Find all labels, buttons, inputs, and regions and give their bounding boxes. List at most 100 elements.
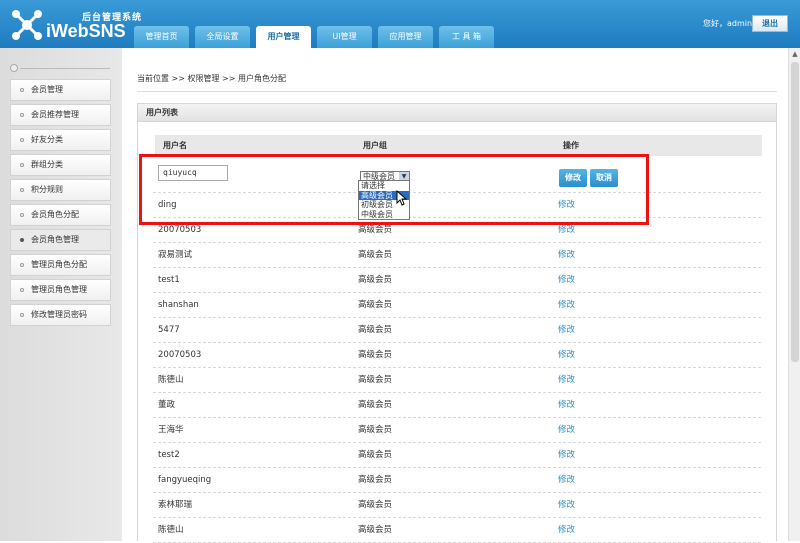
- table-row: 20070503 高级会员 修改: [153, 343, 761, 368]
- bullet-icon: [20, 113, 24, 117]
- cell-username: 索林耶瑞: [158, 500, 193, 510]
- edit-link[interactable]: 修改: [558, 468, 575, 493]
- table-row: 董政 高级会员 修改: [153, 393, 761, 418]
- tab-home[interactable]: 管理首页: [134, 26, 189, 48]
- sidebar-item-change-admin-password[interactable]: 修改管理员密码: [10, 304, 111, 326]
- sidebar-item-admin-role-manage[interactable]: 管理员角色管理: [10, 279, 111, 301]
- table-row: 陈德山 高级会员 修改: [153, 518, 761, 543]
- column-header-action: 操作: [563, 141, 579, 150]
- sidebar-item-label: 群组分类: [31, 160, 63, 169]
- logo-text: iWebSNS: [46, 21, 126, 41]
- edit-link[interactable]: 修改: [558, 343, 575, 368]
- cell-user-group: 高级会员: [358, 350, 393, 360]
- edit-link[interactable]: 修改: [558, 293, 575, 318]
- table-row: test1 高级会员 修改: [153, 268, 761, 293]
- sidebar-item-label: 好友分类: [31, 135, 63, 144]
- table-row: 5477 高级会员 修改: [153, 318, 761, 343]
- sidebar-item-label: 会员管理: [31, 85, 63, 94]
- cell-user-group: 高级会员: [358, 425, 393, 435]
- edit-link[interactable]: 修改: [558, 443, 575, 468]
- bullet-icon: [20, 188, 24, 192]
- divider: [137, 91, 777, 92]
- cell-username: 20070503: [158, 350, 202, 360]
- network-logo-icon: [12, 10, 42, 40]
- table-row: fangyueqing 高级会员 修改: [153, 468, 761, 493]
- cell-username: 董政: [158, 400, 176, 410]
- cell-user-group: 高级会员: [358, 325, 393, 335]
- column-header-group: 用户组: [363, 141, 387, 150]
- sidebar-collapse-handle[interactable]: [10, 64, 110, 72]
- cell-username: test1: [158, 275, 180, 285]
- divider: [20, 68, 110, 69]
- tab-user-management[interactable]: 用户管理: [256, 26, 311, 48]
- scroll-thumb[interactable]: [791, 62, 799, 362]
- tab-app-management[interactable]: 应用管理: [378, 26, 433, 48]
- scroll-up-arrow-icon[interactable]: ▲: [789, 48, 800, 60]
- sidebar-item-member-recommend[interactable]: 会员推荐管理: [10, 104, 111, 126]
- edit-link[interactable]: 修改: [558, 318, 575, 343]
- cell-user-group: 高级会员: [358, 275, 393, 285]
- sidebar-item-label: 管理员角色管理: [31, 285, 87, 294]
- sidebar-item-admin-role-assign[interactable]: 管理员角色分配: [10, 254, 111, 276]
- cell-username: 陈德山: [158, 525, 184, 535]
- cell-username: shanshan: [158, 300, 199, 310]
- cell-user-group: 高级会员: [358, 400, 393, 410]
- cell-user-group: 高级会员: [358, 475, 393, 485]
- sidebar-item-label: 会员角色管理: [31, 235, 79, 244]
- cell-user-group: 高级会员: [358, 250, 393, 260]
- annotation-highlight-box: [139, 154, 649, 225]
- bullet-icon: [20, 238, 24, 242]
- bullet-icon: [20, 163, 24, 167]
- edit-link[interactable]: 修改: [558, 493, 575, 518]
- sidebar-item-friend-category[interactable]: 好友分类: [10, 129, 111, 151]
- sidebar-item-member-management[interactable]: 会员管理: [10, 79, 111, 101]
- breadcrumb: 当前位置 >> 权限管理 >> 用户角色分配: [137, 74, 286, 83]
- bullet-icon: [20, 263, 24, 267]
- vertical-scrollbar[interactable]: ▲: [788, 48, 800, 541]
- sidebar-item-member-role-assign[interactable]: 会员角色分配: [10, 204, 111, 226]
- sidebar-item-label: 会员推荐管理: [31, 110, 79, 119]
- bullet-icon: [20, 288, 24, 292]
- table-header: 用户名 用户组 操作: [155, 135, 762, 156]
- bullet-icon: [20, 213, 24, 217]
- cell-username: 5477: [158, 325, 180, 335]
- cell-username: 寂易测试: [158, 250, 193, 260]
- circle-icon: [10, 64, 18, 72]
- table-row: 陈德山 高级会员 修改: [153, 368, 761, 393]
- edit-link[interactable]: 修改: [558, 418, 575, 443]
- table-row: 寂易测试 高级会员 修改: [153, 243, 761, 268]
- cell-username: 陈德山: [158, 375, 184, 385]
- sidebar-item-label: 会员角色分配: [31, 210, 79, 219]
- tab-ui-management[interactable]: UI管理: [317, 26, 372, 48]
- cell-username: 王海华: [158, 425, 184, 435]
- tab-toolbox[interactable]: 工 具 箱: [439, 26, 494, 48]
- cell-username: fangyueqing: [158, 475, 212, 485]
- bullet-icon: [20, 313, 24, 317]
- cell-username: test2: [158, 450, 180, 460]
- logout-button[interactable]: 退出: [752, 15, 788, 32]
- sidebar-item-points-rules[interactable]: 积分规则: [10, 179, 111, 201]
- edit-link[interactable]: 修改: [558, 243, 575, 268]
- sidebar-item-group-category[interactable]: 群组分类: [10, 154, 111, 176]
- table-row: 王海华 高级会员 修改: [153, 418, 761, 443]
- header: 后台管理系统 iWebSNS 管理首页 全局设置 用户管理 UI管理 应用管理 …: [0, 0, 800, 48]
- table-row: test2 高级会员 修改: [153, 443, 761, 468]
- edit-link[interactable]: 修改: [558, 518, 575, 543]
- sidebar-item-label: 管理员角色分配: [31, 260, 87, 269]
- bullet-icon: [20, 88, 24, 92]
- edit-link[interactable]: 修改: [558, 393, 575, 418]
- sidebar-item-member-role-manage[interactable]: 会员角色管理: [10, 229, 111, 251]
- sidebar-item-label: 积分规则: [31, 185, 63, 194]
- cell-user-group: 高级会员: [358, 450, 393, 460]
- table-row: shanshan 高级会员 修改: [153, 293, 761, 318]
- edit-link[interactable]: 修改: [558, 268, 575, 293]
- user-greeting: 您好，admin: [703, 19, 753, 28]
- table-row: 索林耶瑞 高级会员 修改: [153, 493, 761, 518]
- bullet-icon: [20, 138, 24, 142]
- cell-user-group: 高级会员: [358, 375, 393, 385]
- logo[interactable]: 后台管理系统 iWebSNS: [10, 8, 141, 42]
- panel-title: 用户列表: [138, 104, 776, 122]
- tab-global-settings[interactable]: 全局设置: [195, 26, 250, 48]
- cell-user-group: 高级会员: [358, 500, 393, 510]
- edit-link[interactable]: 修改: [558, 368, 575, 393]
